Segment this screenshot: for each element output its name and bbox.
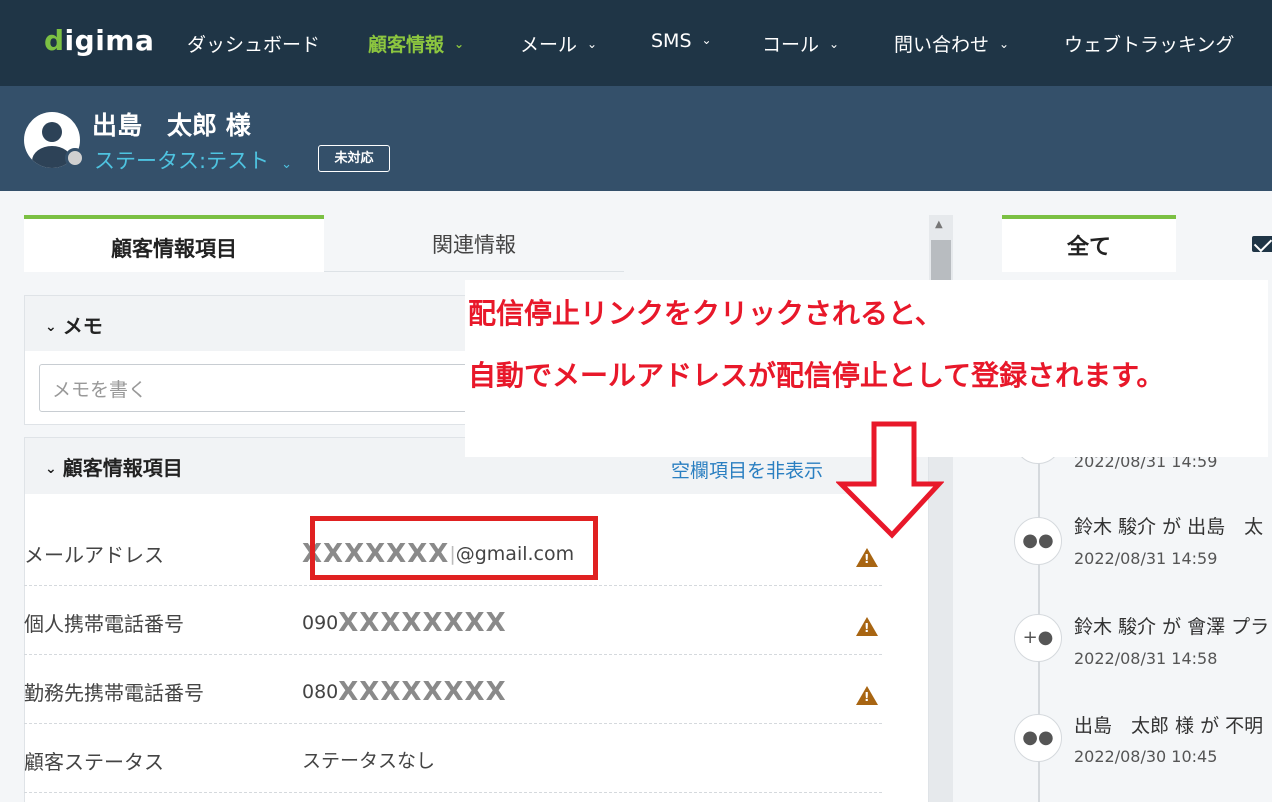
tab-customer-fields[interactable]: 顧客情報項目 xyxy=(24,215,324,272)
tab-related-info[interactable]: 関連情報 xyxy=(324,215,624,272)
annotation-line-1: 配信停止リンクをクリックされると、 xyxy=(468,297,943,330)
nav-call-label: コール xyxy=(762,34,820,56)
nav-mail-label: メール xyxy=(520,34,578,56)
field-label: 個人携帯電話番号 xyxy=(24,612,184,636)
field-label: 顧客ステータス xyxy=(24,750,164,774)
email-highlight-box xyxy=(310,516,598,580)
timeline-time: 2022/08/31 14:58 xyxy=(1074,649,1218,668)
chevron-down-icon: ⌄ xyxy=(701,33,712,47)
status-badge[interactable]: 未対応 xyxy=(318,145,390,172)
field-value[interactable]: ステータスなし xyxy=(302,746,435,773)
chevron-down-icon: ⌄ xyxy=(454,37,465,51)
field-row-status: 顧客ステータス ステータスなし xyxy=(24,724,882,793)
field-label: 勤務先携帯電話番号 xyxy=(24,681,204,705)
annotation-line-2: 自動でメールアドレスが配信停止として登録されます。 xyxy=(468,359,1165,392)
add-people-icon: +● xyxy=(1014,614,1062,662)
nav-customer-info-label: 顧客情報 xyxy=(368,34,445,56)
chevron-down-icon: ⌄ xyxy=(45,461,57,477)
nav-customer-info[interactable]: 顧客情報 ⌄ xyxy=(368,30,464,57)
warning-icon[interactable] xyxy=(856,617,878,636)
scrollbar-thumb[interactable] xyxy=(931,240,951,284)
nav-inquiry-label: 問い合わせ xyxy=(894,34,990,56)
nav-dashboard-label: ダッシュボード xyxy=(187,34,321,56)
chevron-down-icon: ⌄ xyxy=(281,157,292,172)
mail-icon[interactable] xyxy=(1252,236,1272,252)
customer-fields-title: 顧客情報項目 xyxy=(62,456,183,480)
field-row-work-mobile: 勤務先携帯電話番号 080XXXXXXXX xyxy=(24,655,882,724)
nav-call[interactable]: コール ⌄ xyxy=(762,30,839,57)
chevron-down-icon: ⌄ xyxy=(587,37,598,51)
nav-sms-label: SMS xyxy=(651,30,692,52)
hide-empty-link[interactable]: 空欄項目を非表示 xyxy=(671,456,823,483)
digima-logo[interactable]: digima xyxy=(44,24,154,57)
scroll-up-icon[interactable]: ▲ xyxy=(935,219,943,230)
nav-web-tracking-label: ウェブトラッキング xyxy=(1064,34,1235,56)
chevron-down-icon: ⌄ xyxy=(999,37,1010,51)
people-icon: ●● xyxy=(1014,714,1062,762)
nav-mail[interactable]: メール ⌄ xyxy=(520,30,597,57)
status-dropdown[interactable]: ステータス:テスト ⌄ xyxy=(94,145,292,175)
customer-name: 出島 太郎 様 xyxy=(92,111,251,140)
presence-dot xyxy=(65,148,85,168)
logo-text: igima xyxy=(64,24,155,57)
field-value[interactable]: 090XXXXXXXX xyxy=(302,608,507,638)
timeline-text[interactable]: 鈴木 駿介 が 會澤 プラ xyxy=(1074,612,1269,639)
field-value[interactable]: 080XXXXXXXX xyxy=(302,677,507,707)
field-label: メールアドレス xyxy=(24,543,164,567)
chevron-down-icon: ⌄ xyxy=(45,319,57,335)
timeline-time: 2022/08/30 10:45 xyxy=(1074,747,1218,766)
nav-dashboard[interactable]: ダッシュボード xyxy=(187,30,320,57)
tab-all[interactable]: 全て xyxy=(1002,215,1176,272)
people-icon: ●● xyxy=(1014,517,1062,565)
status-label: ステータス:テスト xyxy=(94,149,270,173)
warning-icon[interactable] xyxy=(856,686,878,705)
chevron-down-icon: ⌄ xyxy=(829,37,840,51)
down-arrow-icon xyxy=(836,421,944,539)
nav-inquiry[interactable]: 問い合わせ ⌄ xyxy=(894,30,1009,57)
warning-icon[interactable] xyxy=(856,548,878,567)
timeline-time: 2022/08/31 14:59 xyxy=(1074,549,1218,568)
nav-sms[interactable]: SMS ⌄ xyxy=(651,30,712,52)
nav-web-tracking[interactable]: ウェブトラッキング xyxy=(1064,30,1234,57)
timeline-text[interactable]: 出島 太郎 様 が 不明 xyxy=(1074,711,1263,738)
field-row-mobile: 個人携帯電話番号 090XXXXXXXX xyxy=(24,586,882,655)
memo-title: メモ xyxy=(62,314,103,338)
timeline-text[interactable]: 鈴木 駿介 が 出島 太 xyxy=(1074,512,1263,539)
